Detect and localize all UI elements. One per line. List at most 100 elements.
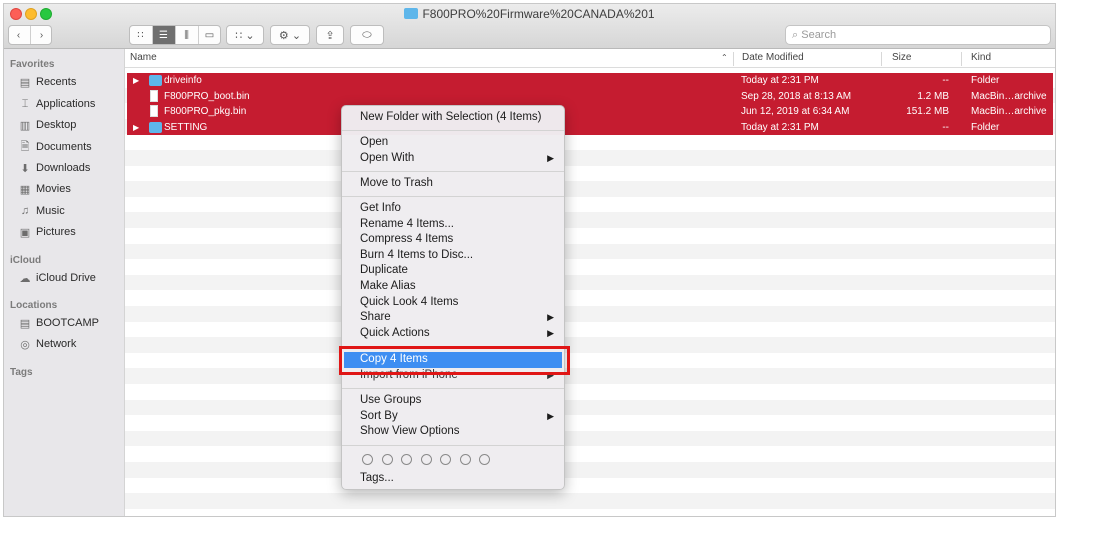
- view-mode-selector[interactable]: ∷ ☰ ⫼ ▭: [129, 25, 221, 45]
- file-size: 151.2 MB: [906, 106, 949, 118]
- menu-item-make-alias[interactable]: Make Alias: [342, 279, 564, 295]
- row-stripe: [125, 337, 1055, 353]
- applications-icon: ⌶: [21, 97, 29, 110]
- sidebar-item-label: Desktop: [36, 119, 77, 131]
- disclosure-triangle-icon[interactable]: ▶: [133, 76, 139, 85]
- sidebar-heading-tags: Tags: [10, 367, 33, 378]
- menu-item-new-folder-with-selection[interactable]: New Folder with Selection (4 Items): [342, 110, 564, 126]
- action-button[interactable]: ⚙ ⌄: [270, 25, 310, 45]
- menu-item-use-groups[interactable]: Use Groups: [342, 393, 564, 409]
- table-row[interactable]: F800PRO_boot.bin Sep 28, 2018 at 8:13 AM…: [127, 88, 1053, 105]
- menu-item-label: Open With: [360, 151, 415, 164]
- table-row[interactable]: F800PRO_pkg.bin Jun 12, 2019 at 6:34 AM …: [127, 104, 1053, 120]
- table-row[interactable]: ▶ SETTING Today at 2:31 PM -- Folder: [127, 119, 1053, 136]
- sidebar: Favorites ▤ Recents ⌶ Applications ▥ Deskto…: [4, 49, 125, 516]
- tag-circle-icon[interactable]: [381, 454, 393, 465]
- row-stripe: [125, 368, 1055, 384]
- row-stripe: [125, 415, 1055, 431]
- column-date-modified[interactable]: Date Modified: [742, 52, 804, 63]
- sidebar-heading-icloud: iCloud: [10, 255, 42, 266]
- column-divider[interactable]: [733, 52, 734, 66]
- submenu-arrow-icon: ▶: [547, 327, 554, 338]
- menu-item-duplicate[interactable]: Duplicate: [342, 263, 564, 279]
- menu-item-open-with[interactable]: Open With ▶: [342, 151, 564, 167]
- sidebar-item-pictures[interactable]: ▣ Pictures: [18, 223, 76, 241]
- column-divider[interactable]: [881, 52, 882, 66]
- tag-circle-icon[interactable]: [420, 454, 432, 465]
- column-view-icon[interactable]: ⫼: [176, 26, 199, 44]
- tags-button[interactable]: ⬭: [350, 25, 384, 45]
- file-date: Jun 12, 2019 at 6:34 AM: [741, 106, 850, 118]
- column-name[interactable]: Name: [130, 52, 157, 63]
- row-stripe: [125, 134, 1055, 150]
- column-kind[interactable]: Kind: [971, 52, 991, 63]
- column-header: Name ⌃ Date Modified Size Kind: [125, 49, 1055, 68]
- row-stripe: [125, 399, 1055, 416]
- tag-circle-icon[interactable]: [401, 454, 412, 465]
- column-size[interactable]: Size: [892, 52, 911, 63]
- sidebar-item-recents[interactable]: ▤ Recents: [18, 73, 77, 91]
- search-field[interactable]: ⌕ Search: [785, 25, 1051, 45]
- row-stripe: [125, 462, 1055, 478]
- forward-icon[interactable]: ›: [31, 26, 53, 44]
- disclosure-triangle-icon[interactable]: ▶: [133, 123, 139, 132]
- downloads-icon: ⬇: [20, 162, 30, 175]
- sidebar-item-bootcamp[interactable]: ▤ BOOTCAMP: [18, 314, 99, 332]
- annotation-highlight-box: [339, 346, 570, 375]
- group-button[interactable]: ∷ ⌄: [226, 25, 264, 45]
- menu-item-label: Quick Actions: [360, 326, 430, 339]
- submenu-arrow-icon: ▶: [547, 410, 554, 421]
- sidebar-item-documents[interactable]: 🗎 Documents: [18, 138, 92, 156]
- sidebar-item-desktop[interactable]: ▥ Desktop: [18, 116, 77, 134]
- sidebar-item-icloud-drive[interactable]: ☁ iCloud Drive: [18, 269, 96, 287]
- sidebar-item-music[interactable]: ♫ Music: [18, 202, 65, 220]
- icon-view-icon[interactable]: ∷: [130, 26, 153, 44]
- sidebar-item-applications[interactable]: ⌶ Applications: [18, 95, 96, 113]
- tag-circle-icon[interactable]: [479, 454, 490, 465]
- sidebar-item-label: iCloud Drive: [36, 272, 96, 284]
- menu-item-tags[interactable]: Tags...: [342, 471, 564, 487]
- menu-item-quick-look[interactable]: Quick Look 4 Items: [342, 295, 564, 311]
- row-stripe: [125, 228, 1055, 244]
- desktop-icon: ▥: [19, 119, 31, 132]
- sidebar-item-downloads[interactable]: ⬇ Downloads: [18, 159, 90, 177]
- sidebar-item-network[interactable]: ◎ Network: [18, 335, 76, 353]
- sidebar-item-movies[interactable]: ▦ Movies: [18, 180, 71, 198]
- file-name: F800PRO_pkg.bin: [164, 106, 247, 118]
- row-stripe: [125, 290, 1055, 306]
- file-date: Sep 28, 2018 at 8:13 AM: [741, 90, 852, 102]
- menu-item-share[interactable]: Share ▶: [342, 310, 564, 326]
- share-button[interactable]: ⇪: [316, 25, 344, 45]
- menu-item-burn-to-disc[interactable]: Burn 4 Items to Disc...: [342, 248, 564, 264]
- file-name: SETTING: [164, 121, 208, 133]
- sidebar-item-label: Movies: [36, 183, 71, 195]
- menu-item-show-view-options[interactable]: Show View Options: [342, 424, 564, 440]
- menu-item-quick-actions[interactable]: Quick Actions ▶: [342, 326, 564, 342]
- tag-circle-icon[interactable]: [440, 454, 451, 465]
- menu-item-compress[interactable]: Compress 4 Items: [342, 232, 564, 248]
- list-view-icon[interactable]: ☰: [152, 26, 176, 44]
- back-icon[interactable]: ‹: [8, 26, 31, 44]
- menu-item-get-info[interactable]: Get Info: [342, 201, 564, 217]
- submenu-arrow-icon: ▶: [547, 312, 554, 323]
- table-row[interactable]: ▶ driveinfo Today at 2:31 PM -- Folder: [127, 73, 1053, 89]
- file-name: F800PRO_boot.bin: [164, 90, 250, 102]
- menu-item-open[interactable]: Open: [342, 135, 564, 151]
- menu-item-sort-by[interactable]: Sort By ▶: [342, 409, 564, 425]
- tag-circle-icon[interactable]: [362, 454, 373, 465]
- sidebar-item-label: Network: [36, 338, 77, 350]
- row-stripe: [125, 477, 1055, 494]
- gallery-view-icon[interactable]: ▭: [199, 26, 221, 44]
- search-icon: ⌕: [792, 29, 799, 41]
- tag-circle-icon[interactable]: [459, 454, 471, 465]
- column-divider[interactable]: [961, 52, 962, 66]
- menu-item-move-to-trash[interactable]: Move to Trash: [342, 176, 564, 192]
- menu-item-rename[interactable]: Rename 4 Items...: [342, 217, 564, 233]
- disk-icon: ▤: [19, 317, 31, 330]
- menu-separator: [342, 130, 564, 131]
- back-forward-buttons[interactable]: ‹ ›: [8, 25, 52, 45]
- menu-item-label: Share: [360, 311, 391, 324]
- titlebar: F800PRO%20Firmware%20CANADA%201 ‹ › ∷ ☰ ⫼…: [4, 4, 1055, 49]
- file-kind: MacBin…archive: [971, 90, 1047, 102]
- window-title-text: F800PRO%20Firmware%20CANADA%201: [422, 7, 655, 21]
